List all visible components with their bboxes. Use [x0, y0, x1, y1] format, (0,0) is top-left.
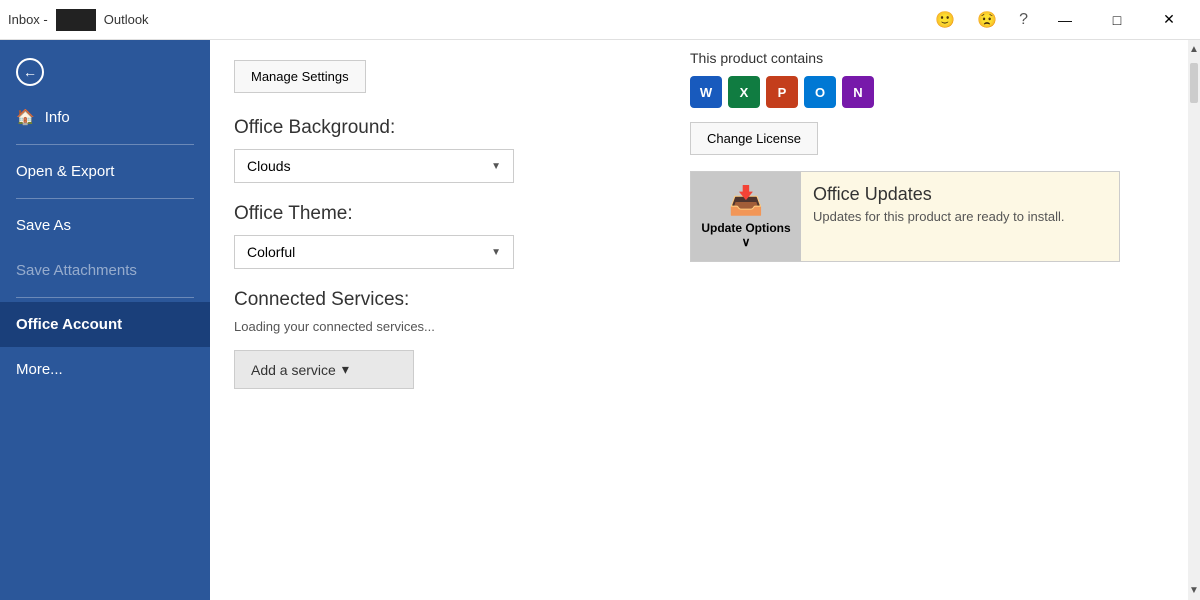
- theme-section: Office Theme: Colorful ▼: [234, 203, 646, 269]
- scroll-thumb[interactable]: [1190, 63, 1198, 103]
- sidebar-divider-2: [16, 198, 194, 199]
- updates-title: Office Updates: [813, 184, 1064, 205]
- main-layout: ← 🏠 Info Open & Export Save As Save Atta…: [0, 40, 1200, 600]
- office-theme-label: Office Theme:: [234, 203, 646, 225]
- sidebar: ← 🏠 Info Open & Export Save As Save Atta…: [0, 40, 210, 600]
- sidebar-label-save-as: Save As: [16, 217, 71, 234]
- onenote-icon: N: [842, 76, 874, 108]
- right-scrollbar[interactable]: ▲ ▼: [1188, 40, 1200, 600]
- add-service-button[interactable]: Add a service ▾: [234, 350, 414, 389]
- sad-icon[interactable]: 😟: [969, 6, 1005, 34]
- sidebar-item-save-attachments: Save Attachments: [0, 248, 210, 293]
- title-bar-controls: 🙂 😟 ? — □ ✕: [927, 0, 1192, 40]
- manage-settings-button[interactable]: Manage Settings: [234, 60, 366, 93]
- sidebar-label-more: More...: [16, 361, 63, 378]
- help-icon[interactable]: ?: [1011, 7, 1036, 33]
- emoji-icon[interactable]: 🙂: [927, 6, 963, 34]
- outlook-icon: O: [804, 76, 836, 108]
- sidebar-label-office-account: Office Account: [16, 316, 122, 333]
- office-updates-box: 📥 Update Options ∨ Office Updates Update…: [690, 171, 1120, 262]
- sidebar-item-more[interactable]: More...: [0, 347, 210, 392]
- theme-value: Colorful: [247, 244, 295, 260]
- connected-services-label: Connected Services:: [234, 289, 646, 311]
- office-background-label: Office Background:: [234, 117, 646, 139]
- right-panel: This product contains W X P O N Change L…: [670, 40, 1188, 600]
- excel-icon: X: [728, 76, 760, 108]
- sidebar-item-info[interactable]: 🏠 Info: [0, 94, 210, 140]
- product-contains-label: This product contains: [690, 50, 1168, 66]
- sidebar-item-save-as[interactable]: Save As: [0, 203, 210, 248]
- add-service-label: Add a service: [251, 362, 336, 378]
- update-options-label: Update Options ∨: [699, 221, 793, 249]
- close-button[interactable]: ✕: [1146, 0, 1192, 40]
- powerpoint-icon: P: [766, 76, 798, 108]
- sidebar-item-open-export[interactable]: Open & Export: [0, 149, 210, 194]
- background-section: Office Background: Clouds ▼: [234, 117, 646, 183]
- content-area: Manage Settings Office Background: Cloud…: [210, 40, 1200, 600]
- home-icon: 🏠: [16, 108, 35, 126]
- update-options-button[interactable]: 📥 Update Options ∨: [691, 172, 801, 261]
- word-icon: W: [690, 76, 722, 108]
- title-bar-left: Inbox - Outlook: [8, 9, 149, 31]
- update-icon: 📥: [729, 184, 764, 217]
- updates-desc: Updates for this product are ready to in…: [813, 209, 1064, 224]
- theme-dropdown[interactable]: Colorful ▼: [234, 235, 514, 269]
- sidebar-divider-3: [16, 297, 194, 298]
- title-bar-appname: Outlook: [104, 12, 149, 27]
- sidebar-label-open-export: Open & Export: [16, 163, 114, 180]
- title-bar-color-block: [56, 9, 96, 31]
- updates-info: Office Updates Updates for this product …: [801, 172, 1076, 261]
- sidebar-label-info: Info: [45, 109, 70, 126]
- background-value: Clouds: [247, 158, 291, 174]
- back-button[interactable]: ←: [0, 50, 210, 94]
- sidebar-label-save-attachments: Save Attachments: [16, 262, 137, 279]
- title-bar-title: Inbox -: [8, 12, 48, 27]
- sidebar-divider-1: [16, 144, 194, 145]
- background-dropdown[interactable]: Clouds ▼: [234, 149, 514, 183]
- theme-dropdown-arrow: ▼: [491, 247, 501, 258]
- back-circle-icon: ←: [16, 58, 44, 86]
- maximize-button[interactable]: □: [1094, 0, 1140, 40]
- app-icons-row: W X P O N: [690, 76, 1168, 108]
- loading-services-text: Loading your connected services...: [234, 319, 646, 334]
- left-panel: Manage Settings Office Background: Cloud…: [210, 40, 670, 600]
- title-bar: Inbox - Outlook 🙂 😟 ? — □ ✕: [0, 0, 1200, 40]
- sidebar-item-office-account[interactable]: Office Account: [0, 302, 210, 347]
- add-service-arrow: ▾: [342, 361, 349, 378]
- background-dropdown-arrow: ▼: [491, 161, 501, 172]
- change-license-button[interactable]: Change License: [690, 122, 818, 155]
- minimize-button[interactable]: —: [1042, 0, 1088, 40]
